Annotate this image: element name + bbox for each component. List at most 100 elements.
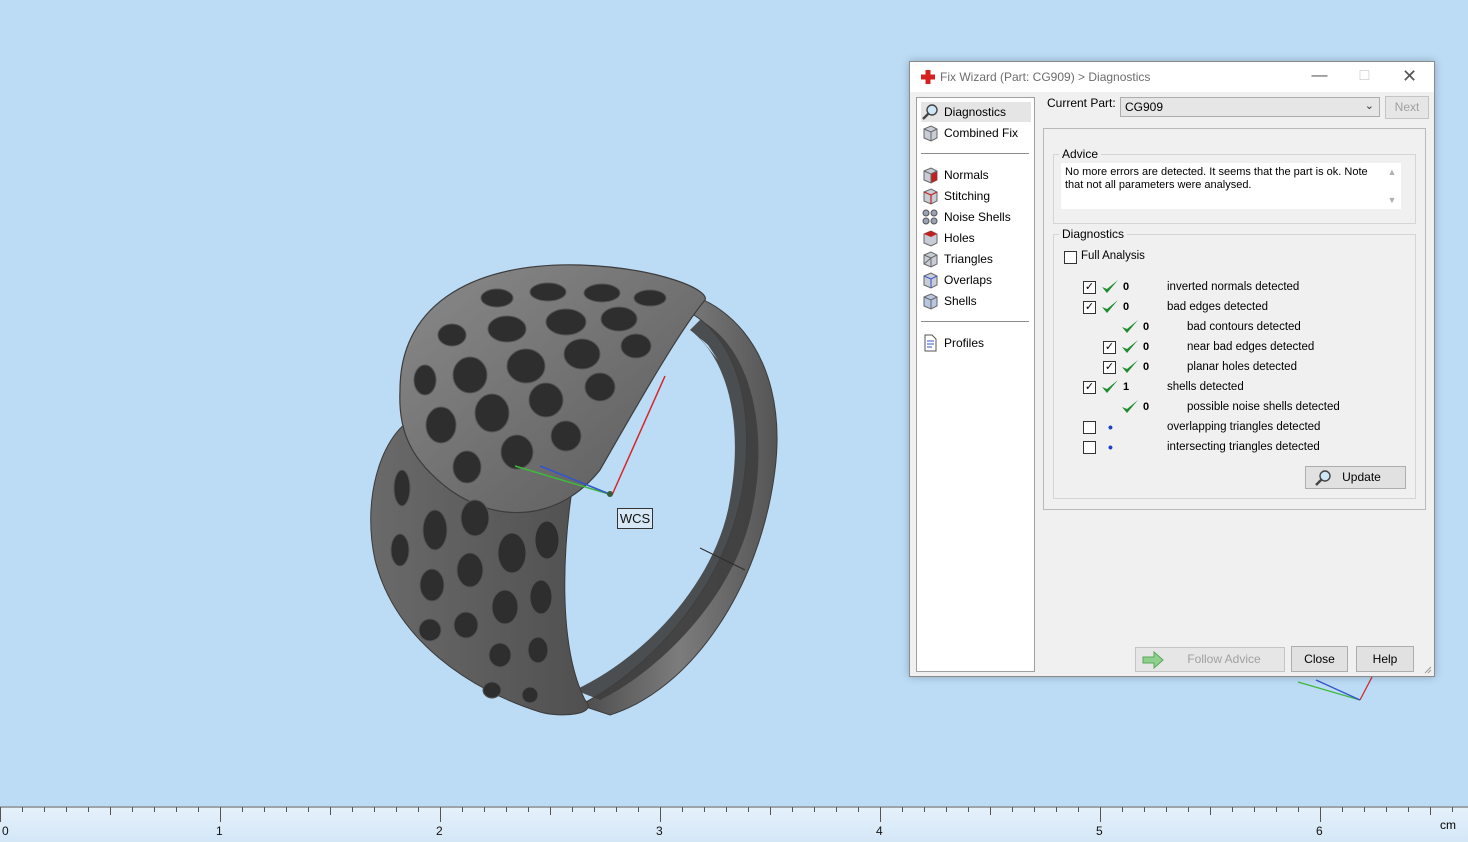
nav-item-overlaps[interactable]: Overlaps: [921, 270, 1031, 290]
diagnostic-count: 0: [1143, 401, 1150, 413]
diagnostic-row: ✓ 0 planar holes detected: [1054, 358, 1394, 378]
ruler-label-2: 2: [436, 824, 443, 838]
pending-dot-icon: •: [1108, 439, 1113, 455]
nav-label-holes: Holes: [944, 231, 975, 245]
arrow-right-icon: [1142, 651, 1164, 669]
nav-label-normals: Normals: [944, 168, 989, 182]
ruler-label-5: 5: [1096, 824, 1103, 838]
full-analysis-label: Full Analysis: [1081, 250, 1145, 262]
green-check-icon: [1122, 400, 1138, 413]
diagnostic-count: 0: [1123, 281, 1130, 293]
overlaps-cube-icon: [923, 272, 938, 289]
normals-cube-icon: [923, 167, 938, 184]
diagnostics-page: Advice No more errors are detected. It s…: [1043, 128, 1426, 510]
resize-grip-icon[interactable]: [1422, 664, 1432, 674]
nav-item-profiles[interactable]: Profiles: [921, 333, 1031, 353]
green-check-icon: [1102, 280, 1118, 293]
minimize-button[interactable]: —: [1297, 62, 1342, 92]
diagnostic-checkbox[interactable]: ✓: [1083, 281, 1096, 294]
maximize-button[interactable]: □: [1342, 62, 1387, 92]
diagnostic-row: 0 possible noise shells detected: [1054, 398, 1394, 418]
diagnostic-count: 1: [1123, 381, 1130, 393]
close-button[interactable]: Close: [1291, 646, 1348, 672]
nav-item-normals[interactable]: Normals: [921, 165, 1031, 185]
diagnostic-label: overlapping triangles detected: [1167, 421, 1321, 433]
holes-cube-icon: [923, 230, 938, 247]
nav-item-triangles[interactable]: Triangles: [921, 249, 1031, 269]
next-button[interactable]: Next: [1385, 96, 1429, 119]
nav-item-diagnostics[interactable]: Diagnostics: [921, 102, 1031, 122]
green-check-icon: [1122, 340, 1138, 353]
ruler-label-1: 1: [216, 824, 223, 838]
dialog-titlebar[interactable]: Fix Wizard (Part: CG909) > Diagnostics —…: [910, 62, 1434, 92]
diagnostics-group: Diagnostics Full Analysis ✓ 0 inverted nor…: [1053, 227, 1416, 499]
green-check-icon: [1122, 320, 1138, 333]
fix-wizard-dialog: Fix Wizard (Part: CG909) > Diagnostics —…: [909, 61, 1435, 677]
diagnostic-count: 0: [1143, 361, 1150, 373]
diagnostic-label: bad contours detected: [1187, 321, 1301, 333]
diagnostic-label: shells detected: [1167, 381, 1244, 393]
green-check-icon: [1102, 300, 1118, 313]
nav-label-profiles: Profiles: [944, 336, 985, 350]
triangles-cube-icon: [923, 251, 938, 268]
nav-label-overlaps: Overlaps: [944, 273, 993, 287]
wizard-nav-panel: Diagnostics Combined Fix Normals Stitchi…: [916, 97, 1035, 672]
nav-item-noise-shells[interactable]: Noise Shells: [921, 207, 1031, 227]
diagnostic-row: 0 bad contours detected: [1054, 318, 1394, 338]
diagnostic-checkbox[interactable]: ✓: [1083, 301, 1096, 314]
diagnostic-count: 0: [1143, 321, 1150, 333]
advice-scrollbar[interactable]: ▲ ▼: [1385, 165, 1399, 209]
green-check-icon: [1102, 380, 1118, 393]
ruler-label-6: 6: [1316, 824, 1323, 838]
nav-label-triangles: Triangles: [944, 252, 993, 266]
nav-separator: [921, 321, 1029, 322]
diagnostic-label: bad edges detected: [1167, 301, 1269, 313]
diagnostic-row: • overlapping triangles detected: [1054, 418, 1394, 438]
diagnostic-checkbox[interactable]: [1083, 441, 1096, 454]
diagnostic-checkbox[interactable]: [1083, 421, 1096, 434]
diagnostic-label: planar holes detected: [1187, 361, 1297, 373]
diagnostic-label: near bad edges detected: [1187, 341, 1315, 353]
diagnostics-title: Diagnostics: [1059, 227, 1128, 241]
nav-label-noise-shells: Noise Shells: [944, 210, 1011, 224]
red-cross-app-icon: [921, 70, 935, 84]
diagnostic-row: • intersecting triangles detected: [1054, 438, 1394, 458]
diagnostic-label: intersecting triangles detected: [1167, 441, 1320, 453]
dialog-title: Fix Wizard (Part: CG909) > Diagnostics: [940, 70, 1151, 84]
pending-dot-icon: •: [1108, 419, 1113, 435]
combined-fix-cube-icon: [923, 125, 938, 142]
nav-label-combined-fix: Combined Fix: [944, 126, 1019, 140]
view-orientation-icon: [1297, 676, 1373, 701]
nav-item-stitching[interactable]: Stitching: [921, 186, 1031, 206]
advice-text: No more errors are detected. It seems th…: [1065, 166, 1368, 191]
current-part-label: Current Part:: [1047, 96, 1116, 110]
current-part-value: CG909: [1125, 100, 1164, 114]
magnifier-icon: [922, 104, 938, 120]
help-button[interactable]: Help: [1356, 646, 1414, 672]
green-check-icon: [1122, 360, 1138, 373]
ruler-unit: cm: [1440, 818, 1456, 832]
nav-item-shells[interactable]: Shells: [921, 291, 1031, 311]
chevron-down-icon: ⌄: [1364, 100, 1374, 112]
advice-textbox[interactable]: No more errors are detected. It seems th…: [1061, 163, 1401, 209]
follow-advice-button[interactable]: Follow Advice: [1135, 647, 1285, 672]
full-analysis-checkbox[interactable]: [1064, 251, 1077, 264]
advice-title: Advice: [1059, 147, 1102, 161]
follow-advice-label: Follow Advice: [1187, 652, 1261, 666]
diagnostic-checkbox[interactable]: ✓: [1103, 341, 1116, 354]
stitching-cube-icon: [923, 188, 938, 205]
nav-label-shells: Shells: [944, 294, 977, 308]
nav-item-combined-fix[interactable]: Combined Fix: [921, 123, 1031, 143]
update-button[interactable]: Update: [1305, 466, 1406, 489]
magnifier-icon: [1315, 470, 1331, 486]
current-part-select[interactable]: CG909 ⌄: [1120, 97, 1380, 117]
diagnostic-checkbox[interactable]: ✓: [1103, 361, 1116, 374]
diagnostic-label: inverted normals detected: [1167, 281, 1300, 293]
close-window-button[interactable]: ✕: [1387, 62, 1432, 92]
ruler: 0 1 2 3 4 5 6 cm: [0, 806, 1468, 842]
diagnostic-row: ✓ 0 bad edges detected: [1054, 298, 1394, 318]
nav-item-holes[interactable]: Holes: [921, 228, 1031, 248]
diagnostic-checkbox[interactable]: ✓: [1083, 381, 1096, 394]
wcs-label: WCS: [617, 508, 653, 529]
ruler-label-4: 4: [876, 824, 883, 838]
